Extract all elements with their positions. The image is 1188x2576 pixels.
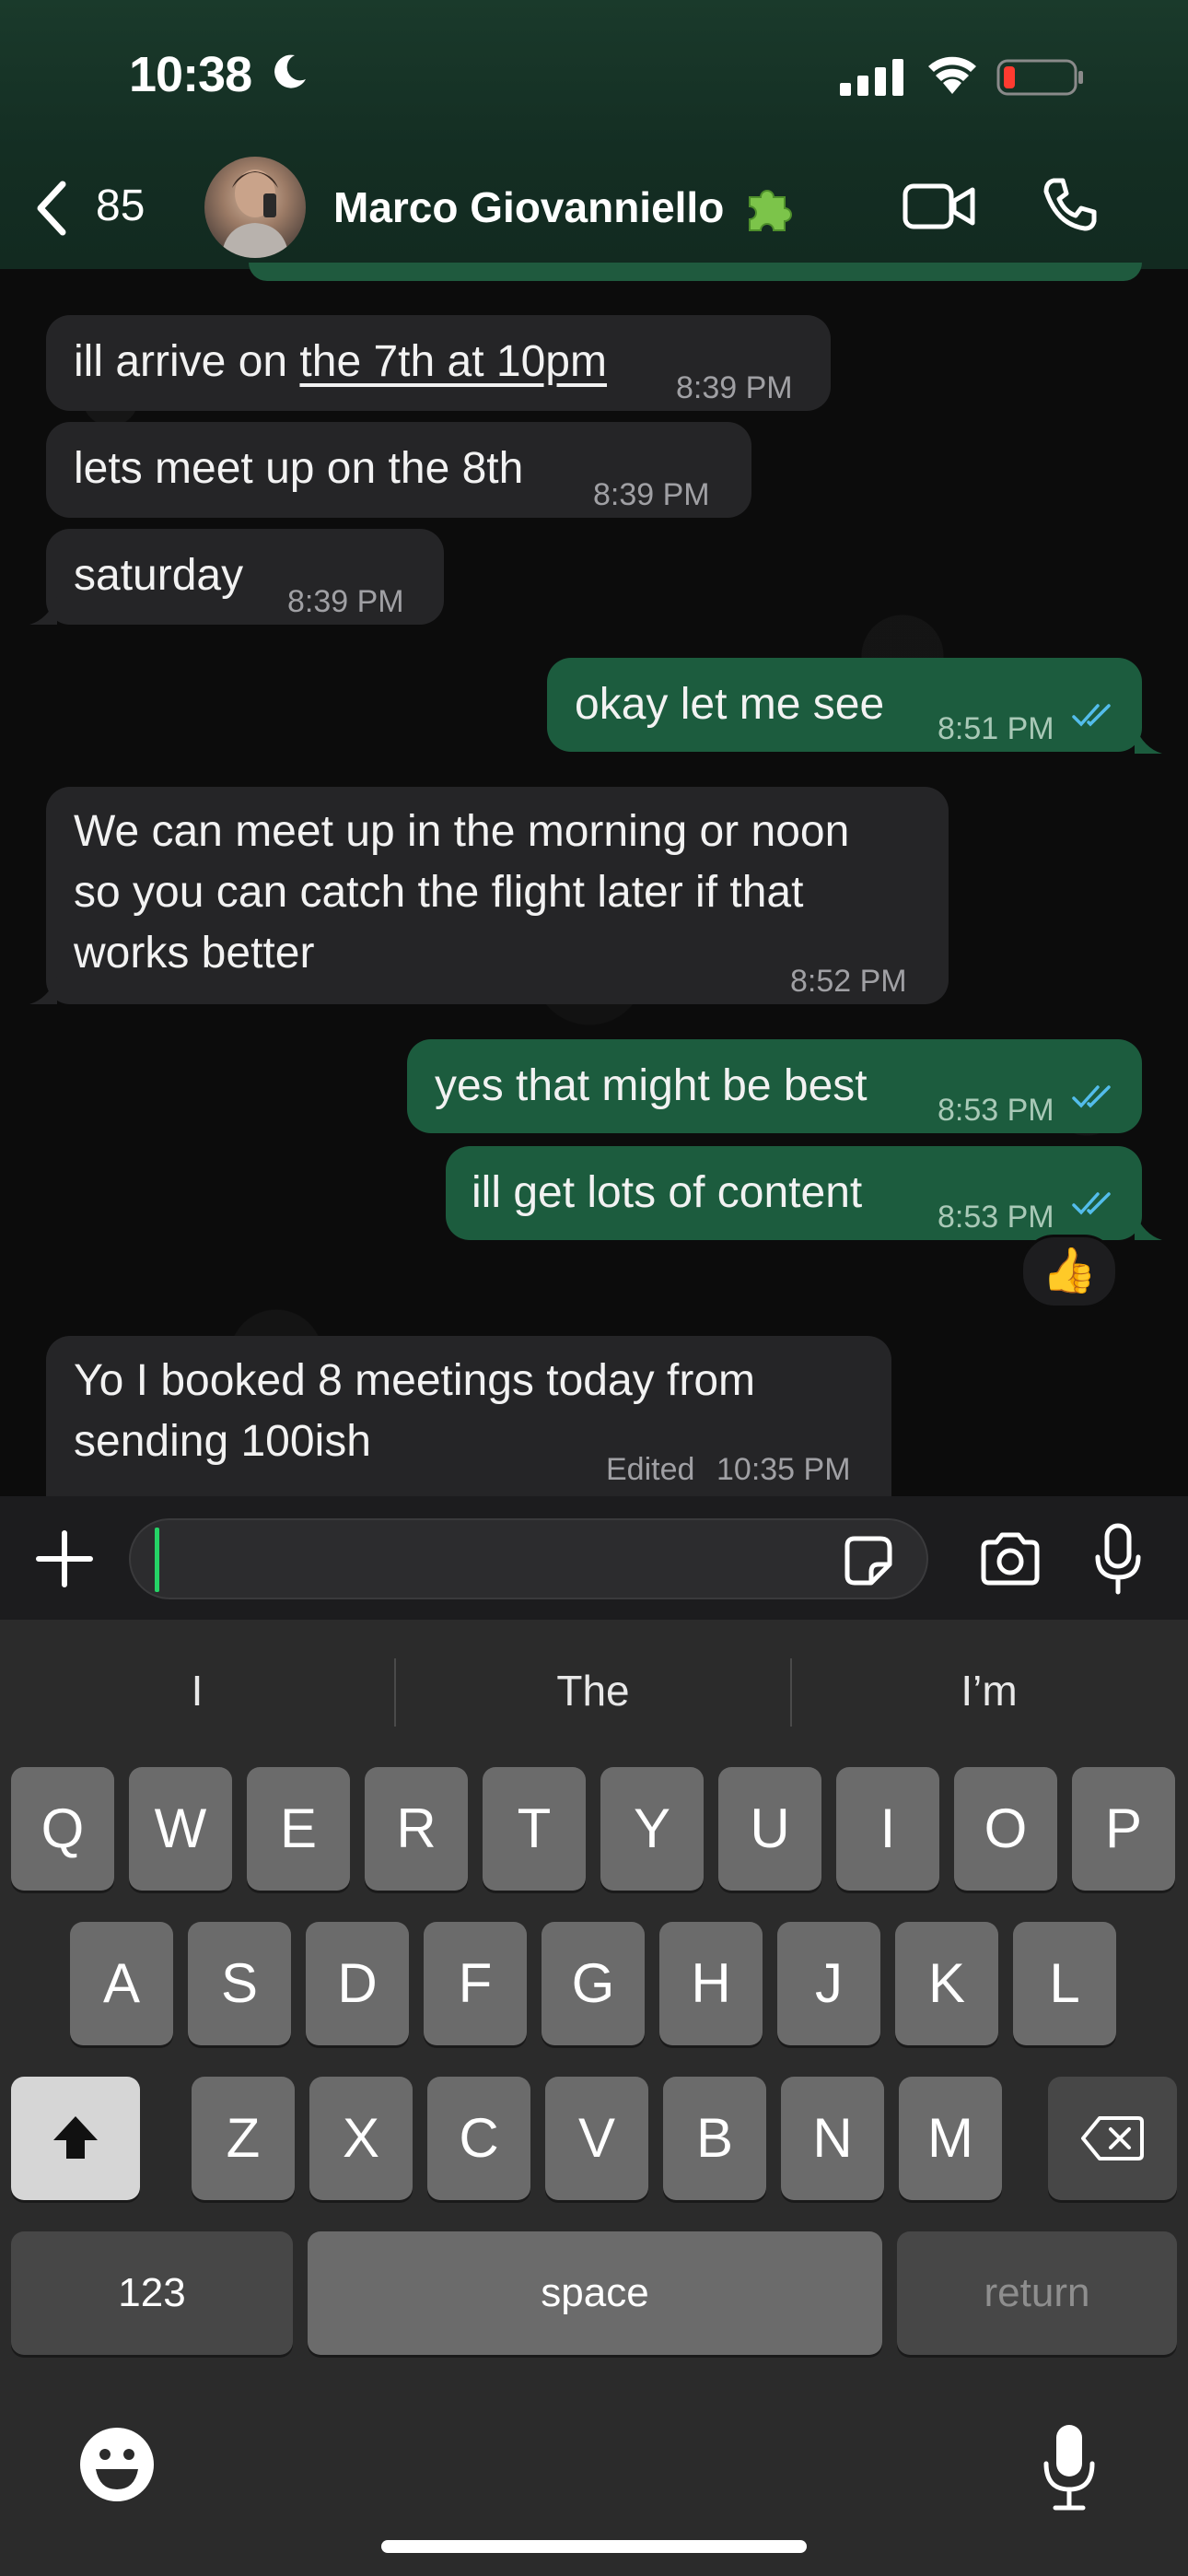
shift-icon xyxy=(53,2116,98,2159)
key-s[interactable]: S xyxy=(188,1922,291,2045)
key-f[interactable]: F xyxy=(424,1922,527,2045)
message-line: We can meet up in the morning or noon xyxy=(74,807,850,856)
message-time: 10:35 PM xyxy=(716,1452,851,1487)
key-m[interactable]: M xyxy=(899,2077,1002,2200)
edited-label: Edited xyxy=(606,1452,695,1487)
message-incoming[interactable]: Yo I booked 8 meetings today from sendin… xyxy=(46,1336,891,1496)
key-q[interactable]: Q xyxy=(11,1767,114,1891)
key-z[interactable]: Z xyxy=(192,2077,295,2200)
space-key[interactable]: space xyxy=(308,2231,882,2355)
read-receipt-icon xyxy=(1072,1085,1111,1108)
message-outgoing[interactable]: ill get lots of content 8:53 PM xyxy=(446,1146,1142,1240)
key-j[interactable]: J xyxy=(777,1922,880,2045)
avatar[interactable] xyxy=(204,157,306,258)
mic-icon[interactable] xyxy=(1092,1522,1144,1598)
message-incoming[interactable]: saturday 8:39 PM xyxy=(46,529,444,625)
camera-icon[interactable] xyxy=(978,1531,1042,1587)
message-line: works better xyxy=(74,929,315,978)
key-o[interactable]: O xyxy=(954,1767,1057,1891)
message-line: Yo I booked 8 meetings today from xyxy=(74,1356,756,1405)
phone-icon[interactable] xyxy=(1041,175,1100,234)
battery-icon xyxy=(996,59,1083,96)
suggestion-3[interactable]: I’m xyxy=(792,1658,1186,1723)
message-text: okay let me see xyxy=(575,680,885,729)
contact-name[interactable]: Marco Giovanniello xyxy=(333,182,724,232)
message-incoming[interactable]: ill arrive on the 7th at 10pm 8:39 PM xyxy=(46,315,831,411)
plus-icon[interactable] xyxy=(33,1528,96,1590)
message-incoming[interactable]: We can meet up in the morning or noon so… xyxy=(46,787,949,1004)
moon-icon xyxy=(274,54,306,88)
message-text: lets meet up on the 8th xyxy=(74,444,524,493)
message-time: 8:53 PM xyxy=(938,1093,1054,1128)
video-call-icon[interactable] xyxy=(903,181,976,232)
puzzle-emoji-icon xyxy=(749,190,792,231)
bubble-tail xyxy=(1135,1212,1162,1240)
message-time: 8:39 PM xyxy=(676,370,793,405)
read-receipt-icon xyxy=(1072,1192,1111,1215)
previous-outgoing-bubble xyxy=(249,263,1142,281)
bubble-tail xyxy=(29,977,57,1004)
key-v[interactable]: V xyxy=(545,2077,648,2200)
status-time: 10:38 xyxy=(129,47,252,102)
key-p[interactable]: P xyxy=(1072,1767,1175,1891)
message-line: sending 100ish xyxy=(74,1417,371,1466)
message-text: ill get lots of content xyxy=(472,1168,863,1217)
message-text: ill arrive on xyxy=(74,337,300,386)
wifi-icon xyxy=(928,56,976,94)
back-chevron-icon[interactable] xyxy=(31,179,72,238)
key-e[interactable]: E xyxy=(247,1767,350,1891)
key-r[interactable]: R xyxy=(365,1767,468,1891)
backspace-icon xyxy=(1081,2116,1144,2160)
key-i[interactable]: I xyxy=(836,1767,939,1891)
date-link[interactable]: the 7th at 10pm xyxy=(299,337,607,386)
home-indicator xyxy=(381,2540,807,2553)
message-time: 8:51 PM xyxy=(938,711,1054,746)
dictation-icon[interactable] xyxy=(1041,2423,1098,2512)
signal-icon xyxy=(840,59,903,96)
key-x[interactable]: X xyxy=(309,2077,413,2200)
message-time: 8:39 PM xyxy=(593,477,710,512)
message-time: 8:39 PM xyxy=(287,584,404,619)
key-d[interactable]: D xyxy=(306,1922,409,2045)
key-b[interactable]: B xyxy=(663,2077,766,2200)
key-k[interactable]: K xyxy=(895,1922,998,2045)
key-l[interactable]: L xyxy=(1013,1922,1116,2045)
message-incoming[interactable]: lets meet up on the 8th 8:39 PM xyxy=(46,422,751,518)
backspace-key[interactable] xyxy=(1048,2077,1177,2200)
key-c[interactable]: C xyxy=(427,2077,530,2200)
text-caret xyxy=(155,1528,159,1592)
message-line: so you can catch the flight later if tha… xyxy=(74,868,804,917)
message-outgoing[interactable]: okay let me see 8:51 PM xyxy=(547,658,1142,752)
key-h[interactable]: H xyxy=(659,1922,763,2045)
message-input[interactable] xyxy=(129,1518,928,1599)
bubble-tail xyxy=(1135,726,1162,754)
message-text: yes that might be best xyxy=(435,1061,868,1110)
reaction-badge[interactable]: 👍 xyxy=(1020,1235,1118,1308)
numbers-key[interactable]: 123 xyxy=(11,2231,293,2355)
return-key[interactable]: return xyxy=(897,2231,1177,2355)
read-receipt-icon xyxy=(1072,704,1111,727)
key-a[interactable]: A xyxy=(70,1922,173,2045)
emoji-icon[interactable] xyxy=(77,2425,157,2504)
bubble-tail xyxy=(29,597,57,625)
key-u[interactable]: U xyxy=(718,1767,821,1891)
suggestion-1[interactable]: I xyxy=(0,1658,394,1723)
key-y[interactable]: Y xyxy=(600,1767,704,1891)
sticker-icon[interactable] xyxy=(840,1533,895,1588)
key-g[interactable]: G xyxy=(542,1922,645,2045)
key-t[interactable]: T xyxy=(483,1767,586,1891)
unread-count[interactable]: 85 xyxy=(96,181,145,231)
suggestion-2[interactable]: The xyxy=(396,1658,790,1723)
message-outgoing[interactable]: yes that might be best 8:53 PM xyxy=(407,1039,1142,1133)
shift-key[interactable] xyxy=(11,2077,140,2200)
message-time: 8:52 PM xyxy=(790,964,907,999)
key-n[interactable]: N xyxy=(781,2077,884,2200)
key-w[interactable]: W xyxy=(129,1767,232,1891)
message-text: saturday xyxy=(74,551,244,600)
